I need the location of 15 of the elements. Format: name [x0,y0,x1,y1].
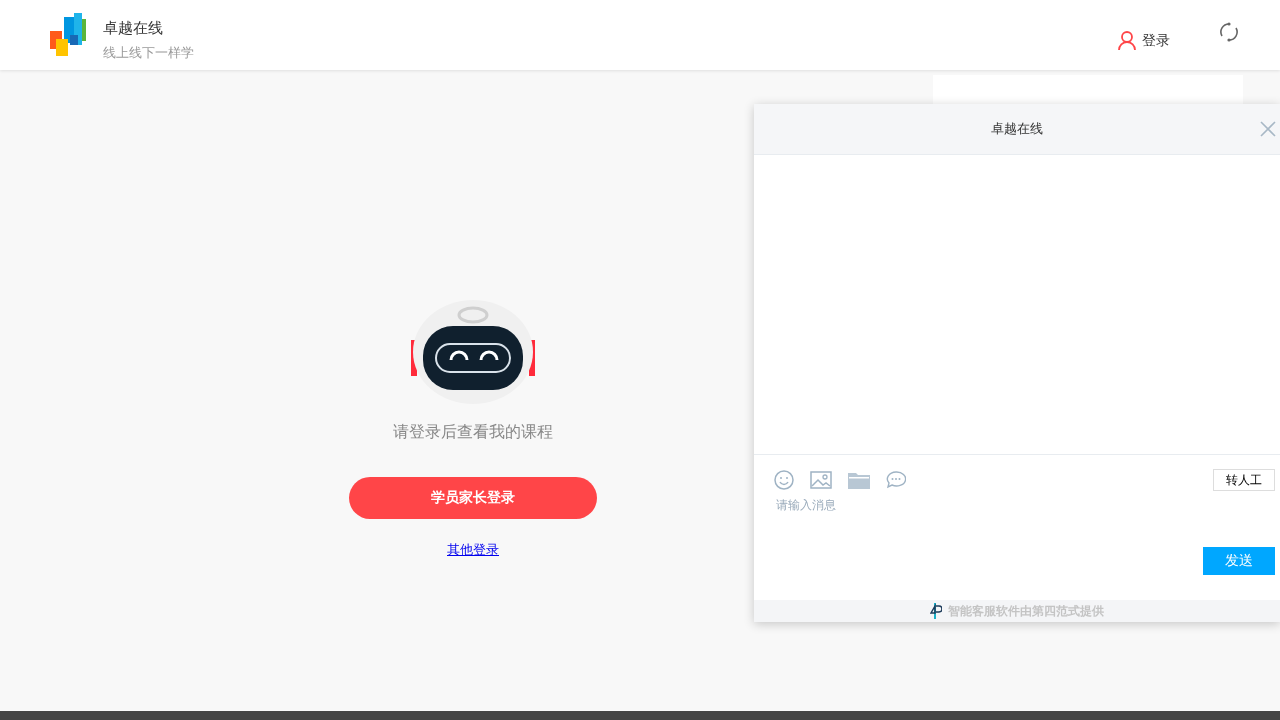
smiley-icon[interactable] [774,470,794,490]
refresh-icon[interactable] [1218,21,1240,43]
login-link[interactable]: 登录 [1118,19,1170,51]
image-icon[interactable] [810,471,832,489]
other-login-link[interactable]: 其他登录 [447,541,499,559]
chat-title: 卓越在线 [991,120,1043,138]
site-title: 卓越在线 [103,18,164,38]
login-prompt: 请登录后查看我的课程 [393,422,553,443]
provider-logo-icon [930,603,942,619]
transfer-agent-button[interactable]: 转人工 [1213,469,1275,491]
close-icon[interactable] [1260,121,1276,137]
user-icon [1118,31,1136,51]
logo-icon [50,13,87,57]
folder-icon[interactable] [848,471,870,489]
chat-bubble-icon[interactable] [886,471,906,489]
